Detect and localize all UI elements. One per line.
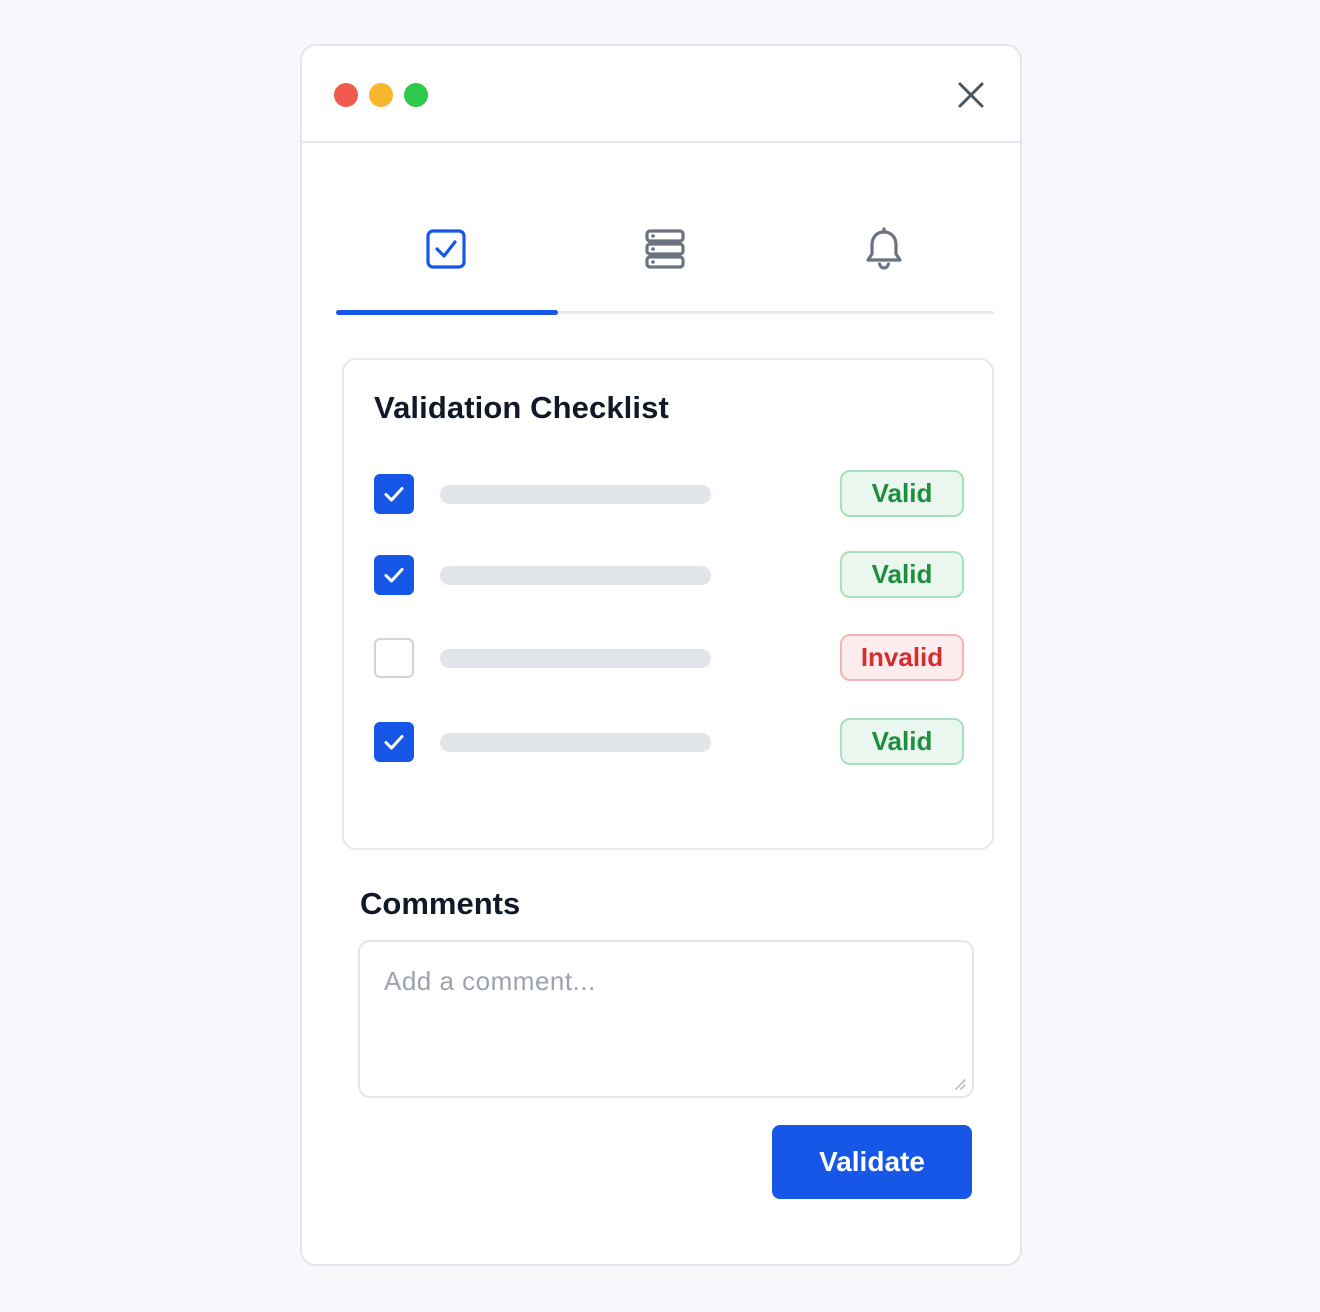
status-badge: Valid <box>840 470 964 517</box>
comment-textarea[interactable] <box>360 942 972 1096</box>
validation-window: Validation Checklist Valid Valid Invalid… <box>300 44 1022 1266</box>
close-dot[interactable] <box>334 83 358 107</box>
title-bar <box>302 46 1020 143</box>
status-badge: Invalid <box>840 634 964 681</box>
comments-title: Comments <box>360 886 521 921</box>
checklist-checkbox[interactable] <box>374 722 414 762</box>
checkmark-icon <box>384 568 404 583</box>
resize-handle-icon[interactable] <box>952 1076 966 1090</box>
placeholder-bar <box>440 485 711 504</box>
checklist-title: Validation Checklist <box>374 390 669 425</box>
checklist-item: Invalid <box>374 634 964 682</box>
checklist-checkbox[interactable] <box>374 638 414 678</box>
minimize-dot[interactable] <box>369 83 393 107</box>
checklist-checkbox[interactable] <box>374 474 414 514</box>
placeholder-bar <box>440 566 711 585</box>
validate-button[interactable]: Validate <box>772 1125 972 1199</box>
tab-checklist[interactable] <box>336 186 556 312</box>
maximize-dot[interactable] <box>404 83 428 107</box>
placeholder-bar <box>440 649 711 668</box>
tab-notifications[interactable] <box>774 186 994 312</box>
tab-data[interactable] <box>555 186 775 312</box>
checklist-item: Valid <box>374 718 964 766</box>
checklist-item: Valid <box>374 551 964 599</box>
checklist-item: Valid <box>374 470 964 518</box>
server-stack-icon <box>645 229 685 269</box>
bell-icon <box>866 227 902 270</box>
status-badge: Valid <box>840 718 964 765</box>
close-button[interactable] <box>952 76 990 114</box>
close-icon <box>958 82 984 108</box>
status-badge: Valid <box>840 551 964 598</box>
placeholder-bar <box>440 733 711 752</box>
validation-checklist-card: Validation Checklist Valid Valid Invalid… <box>342 358 994 850</box>
checkmark-icon <box>384 487 404 502</box>
checkbox-check-icon <box>426 229 466 269</box>
comment-box <box>358 940 974 1098</box>
active-tab-indicator <box>336 310 558 315</box>
checklist-checkbox[interactable] <box>374 555 414 595</box>
tab-bar <box>336 186 994 318</box>
checkmark-icon <box>384 735 404 750</box>
